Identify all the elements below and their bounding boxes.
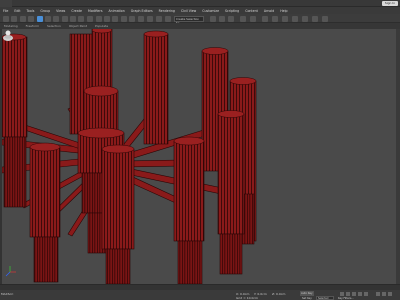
sign-in-button[interactable]: Sign In bbox=[382, 1, 398, 6]
toolbar-extra-icon-2[interactable] bbox=[250, 15, 256, 22]
menu-arnold[interactable]: Arnold bbox=[264, 9, 274, 13]
column-front-right bbox=[173, 136, 205, 284]
toolbar-extra-icon-3[interactable] bbox=[262, 15, 268, 22]
render-frame-icon[interactable] bbox=[219, 15, 225, 22]
menu-edit[interactable]: Edit bbox=[14, 9, 20, 13]
column-back-right bbox=[143, 30, 169, 145]
menu-content[interactable]: Content bbox=[245, 9, 258, 13]
tab-selection[interactable]: Selection bbox=[47, 24, 61, 28]
render-setup-icon[interactable] bbox=[210, 15, 216, 22]
menu-create[interactable]: Create bbox=[71, 9, 82, 13]
select-by-name-icon[interactable] bbox=[45, 15, 51, 22]
tab-object-paint[interactable]: Object Paint bbox=[69, 24, 87, 28]
menu-customize[interactable]: Customize bbox=[202, 9, 219, 13]
zoom-icon[interactable] bbox=[376, 292, 380, 296]
mirror-icon[interactable] bbox=[121, 15, 127, 22]
rect-selection-icon[interactable] bbox=[53, 15, 59, 22]
menu-animation[interactable]: Animation bbox=[109, 9, 125, 13]
align-icon[interactable] bbox=[129, 15, 135, 22]
menu-rendering[interactable]: Rendering bbox=[159, 9, 175, 13]
auto-key-label: Auto Key bbox=[301, 292, 313, 295]
scene-render bbox=[2, 29, 257, 284]
scale-icon[interactable] bbox=[78, 15, 84, 22]
undo-icon[interactable] bbox=[3, 15, 9, 22]
go-to-start-icon[interactable] bbox=[340, 292, 344, 296]
menu-views[interactable]: Views bbox=[56, 9, 65, 13]
menu-tools[interactable]: Tools bbox=[27, 9, 35, 13]
selection-set-dropdown[interactable]: Create Selection Se bbox=[174, 15, 204, 25]
app-icon[interactable] bbox=[0, 0, 12, 7]
coord-z-field[interactable]: Z: 0.0cm bbox=[272, 292, 285, 296]
curve-editor-icon[interactable] bbox=[147, 15, 153, 22]
menu-civil-view[interactable]: Civil View bbox=[181, 9, 196, 13]
key-mode-dropdown[interactable]: Selected bbox=[316, 296, 334, 300]
move-icon[interactable] bbox=[62, 15, 68, 22]
menu-scripting[interactable]: Scripting bbox=[225, 9, 239, 13]
menu-file[interactable]: File bbox=[3, 9, 8, 13]
angle-snap-icon[interactable] bbox=[104, 15, 110, 22]
next-frame-icon[interactable] bbox=[358, 292, 362, 296]
column-front-center bbox=[101, 144, 135, 284]
menu-group[interactable]: Group bbox=[40, 9, 50, 13]
material-editor-icon[interactable] bbox=[165, 15, 171, 22]
menu-graph-editors[interactable]: Graph Editors bbox=[131, 9, 153, 13]
rotate-icon[interactable] bbox=[70, 15, 76, 22]
status-bar: MAXScri X: 0.0cm Y: 0.0cm Z: 0.0cm Grid … bbox=[0, 284, 400, 300]
toolbar-extra-icon-9[interactable] bbox=[322, 15, 328, 22]
tab-populate[interactable]: Populate bbox=[95, 24, 108, 28]
column-right-mid bbox=[217, 110, 245, 275]
command-panel[interactable] bbox=[396, 29, 400, 284]
time-slider[interactable] bbox=[0, 285, 400, 290]
tab-freeform[interactable]: Freeform bbox=[26, 24, 39, 28]
render-icon[interactable] bbox=[228, 15, 234, 22]
select-icon[interactable] bbox=[37, 15, 43, 22]
menu-help[interactable]: Help bbox=[280, 9, 287, 13]
viewcube-icon[interactable] bbox=[2, 29, 14, 43]
maxscript-listener[interactable]: MAXScri bbox=[1, 292, 13, 296]
tab-modeling[interactable]: Modeling bbox=[4, 24, 18, 28]
schematic-icon[interactable] bbox=[156, 15, 162, 22]
column-front-left bbox=[29, 142, 61, 283]
layer-icon[interactable] bbox=[138, 15, 144, 22]
go-to-end-icon[interactable] bbox=[364, 292, 368, 296]
grid-size-label: Grid = 10.0cm bbox=[236, 296, 258, 300]
menu-bar: File Edit Tools Group Views Create Modif… bbox=[0, 7, 400, 14]
toolbar-extra-icon-5[interactable] bbox=[282, 15, 288, 22]
toolbar-extra-icon-8[interactable] bbox=[312, 15, 318, 22]
column-back-left bbox=[2, 33, 28, 208]
title-bar: Sign In bbox=[0, 0, 400, 7]
percent-snap-icon[interactable] bbox=[112, 15, 118, 22]
prev-frame-icon[interactable] bbox=[346, 292, 350, 296]
toolbar-extra-icon-4[interactable] bbox=[272, 15, 278, 22]
axis-tripod-icon bbox=[5, 266, 16, 277]
unlink-icon[interactable] bbox=[28, 15, 34, 22]
pivot-icon[interactable] bbox=[87, 15, 93, 22]
orbit-icon[interactable] bbox=[382, 292, 386, 296]
snap-icon[interactable] bbox=[96, 15, 102, 22]
redo-icon[interactable] bbox=[11, 15, 17, 22]
main-toolbar: Create Selection Se bbox=[0, 14, 400, 25]
toolbar-extra-icon-6[interactable] bbox=[292, 15, 298, 22]
toolbar-extra-icon-7[interactable] bbox=[302, 15, 308, 22]
toolbar-extra-icon-1[interactable] bbox=[240, 15, 246, 22]
menu-modifiers[interactable]: Modifiers bbox=[88, 9, 103, 13]
perspective-viewport[interactable] bbox=[2, 29, 396, 284]
play-icon[interactable] bbox=[352, 292, 356, 296]
pan-icon[interactable] bbox=[388, 292, 392, 296]
link-icon[interactable] bbox=[20, 15, 26, 22]
